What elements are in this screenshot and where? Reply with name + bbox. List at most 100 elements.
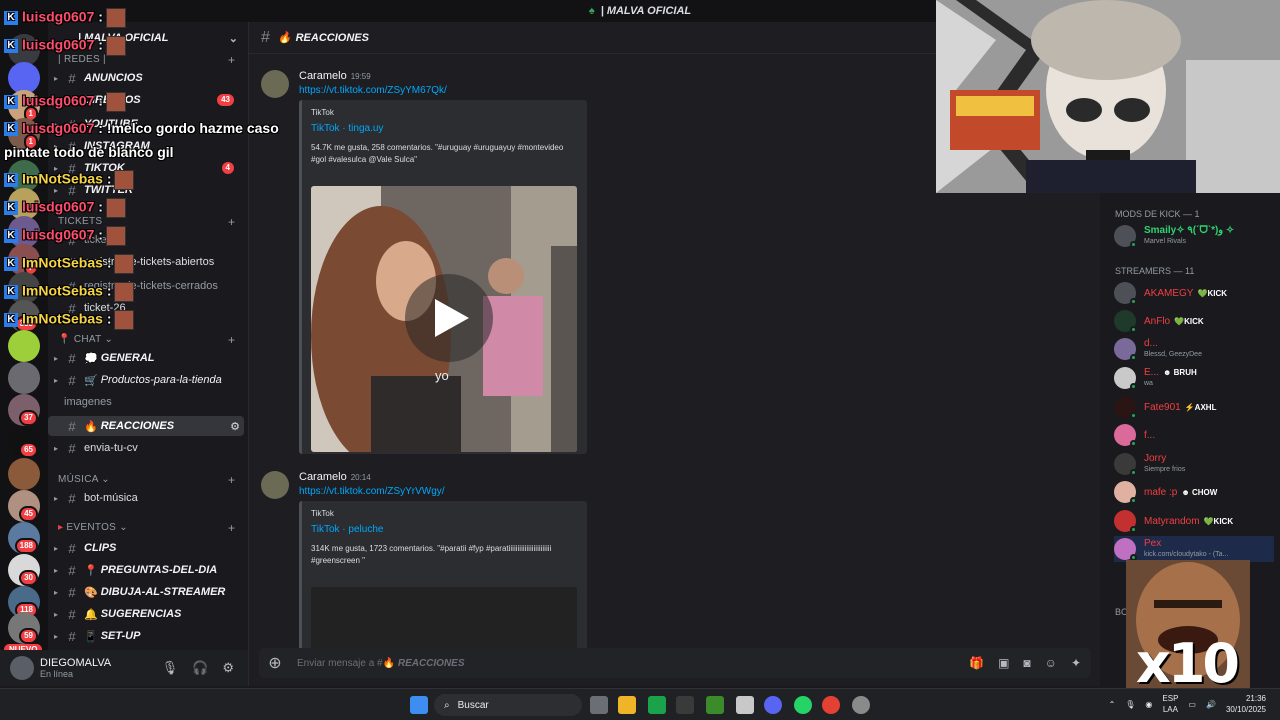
category-eventos[interactable]: ▸ EVENTOS ⌄ +: [58, 521, 235, 535]
settings-gear-icon[interactable]: ⚙: [222, 660, 234, 676]
member-item[interactable]: AKAMEGY 💚KICK: [1114, 280, 1274, 306]
sticker-icon[interactable]: ◙: [1023, 656, 1030, 670]
member-item[interactable]: f...: [1114, 422, 1274, 448]
server-icon[interactable]: 59: [8, 612, 40, 644]
server-icon[interactable]: [8, 362, 40, 394]
channel-reacciones[interactable]: # 🔥 REACCIONES ⚙: [48, 416, 244, 436]
channel-dibuja[interactable]: ▸ # 🎨 DIBUJA-AL-STREAMER: [48, 582, 244, 602]
gift-icon[interactable]: 🎁: [969, 656, 984, 670]
channel-tickets[interactable]: # tickets: [48, 230, 244, 250]
message-link[interactable]: https://vt.tiktok.com/ZSyYrVWgy/: [299, 486, 445, 497]
add-channel-icon[interactable]: +: [228, 521, 235, 535]
server-icon[interactable]: 37: [8, 394, 40, 426]
member-item[interactable]: Matyrandom 💚KICK: [1114, 508, 1274, 534]
channel-tiktok[interactable]: ▸ # TIKTOK 4: [48, 158, 244, 178]
member-name: Fate901: [1144, 401, 1181, 413]
channel-bot-musica[interactable]: ▸ # bot-música: [48, 488, 244, 508]
whatsapp-icon[interactable]: [794, 696, 812, 714]
embed-title[interactable]: TikTok · peluche: [311, 524, 383, 535]
channel-clips[interactable]: ▸ # CLIPS: [48, 538, 244, 558]
member-item[interactable]: d... Blessd, GeezyDee: [1114, 336, 1274, 362]
message-author[interactable]: Caramelo 19:59: [299, 70, 371, 82]
channel-productos[interactable]: ▸ # 🛒 Productos-para-la-tienda: [48, 370, 244, 390]
channel-envia-tu-cv[interactable]: ▸ # envia-tu-cv: [48, 438, 244, 458]
settings-gear-icon[interactable]: ⚙: [230, 420, 240, 433]
member-item[interactable]: Fate901 ⚡AXHL: [1114, 394, 1274, 420]
task-view-icon[interactable]: [590, 696, 608, 714]
xbox-icon[interactable]: [648, 696, 666, 714]
play-button[interactable]: [405, 274, 493, 362]
network-icon[interactable]: ▭: [1188, 700, 1196, 709]
channel-directos[interactable]: ▸ # DIRECTOS 43: [48, 90, 244, 110]
microphone-icon[interactable]: 🎙: [1125, 700, 1135, 709]
member-item[interactable]: AnFlo 💚KICK: [1114, 308, 1274, 334]
language-indicator[interactable]: ESP LAA: [1162, 693, 1178, 715]
server-icon[interactable]: [8, 330, 40, 362]
app-icon[interactable]: [736, 696, 754, 714]
avatar[interactable]: [261, 471, 289, 499]
volume-icon[interactable]: 🔊: [1206, 700, 1216, 709]
add-channel-icon[interactable]: +: [228, 333, 235, 347]
add-channel-icon[interactable]: +: [228, 473, 235, 487]
message-link[interactable]: https://vt.tiktok.com/ZSyYM67Qk/: [299, 85, 447, 96]
channel-tickets-cerrados[interactable]: # registro-de-tickets-cerrados: [48, 276, 244, 296]
server-icon[interactable]: [8, 458, 40, 490]
minecraft-icon[interactable]: [706, 696, 724, 714]
avatar[interactable]: [10, 656, 34, 680]
channel-instagram[interactable]: ▸ # INSTAGRAM: [48, 136, 244, 156]
channel-preguntas[interactable]: ▸ # 📍 PREGUNTAS-DEL-DIA: [48, 560, 244, 580]
file-explorer-icon[interactable]: [618, 696, 636, 714]
chevron-up-icon[interactable]: ⌃: [1109, 700, 1116, 709]
store-icon[interactable]: [676, 696, 694, 714]
category-chat[interactable]: 📍 CHAT ⌄ +: [58, 333, 235, 347]
category-tickets[interactable]: TICKETS +: [58, 215, 235, 229]
channel-imagenes[interactable]: imagenes: [48, 392, 244, 412]
member-item[interactable]: E... ☻ BRUH wa: [1114, 365, 1274, 391]
emoji-icon[interactable]: ☺: [1045, 656, 1057, 670]
member-item[interactable]: Smaily✧ ٩(ˊᗜˋ*)و ✧ Marvel Rivals: [1114, 223, 1274, 249]
unread-badge: 37: [19, 410, 38, 426]
message-composer[interactable]: ⊕ Enviar mensaje a #🔥 REACCIONES 🎁 ▣ ◙ ☺…: [259, 648, 1091, 678]
server-icon[interactable]: 30: [8, 554, 40, 586]
avatar: [1114, 538, 1137, 561]
apps-icon[interactable]: ✦: [1071, 656, 1081, 670]
server-icon[interactable]: 188: [8, 522, 40, 554]
server-icon[interactable]: 65: [8, 426, 40, 458]
clock[interactable]: 21:36 30/10/2025: [1226, 693, 1266, 715]
app-icon[interactable]: [852, 696, 870, 714]
channel-youtube[interactable]: ▸ # YOUTUBE: [48, 114, 244, 134]
member-item[interactable]: mafe :p ☻ CHOW: [1114, 479, 1274, 505]
server-icon[interactable]: 45: [8, 490, 40, 522]
member-item[interactable]: Pex kick.com/cloudytako - (Ta...: [1114, 536, 1274, 562]
gif-icon[interactable]: ▣: [998, 656, 1009, 670]
channel-anuncios[interactable]: ▸ # ANUNCIOS: [48, 68, 244, 88]
embed-video[interactable]: [311, 587, 577, 651]
avatar: [1114, 396, 1137, 419]
embed-title[interactable]: TikTok · tinga.uy: [311, 123, 383, 134]
embed-video[interactable]: yo: [311, 186, 577, 452]
chrome-icon[interactable]: [822, 696, 840, 714]
category-musica[interactable]: MÚSICA ⌄ +: [58, 473, 235, 487]
channel-general[interactable]: ▸ # 💭 GENERAL: [48, 348, 244, 368]
windows-start-icon[interactable]: [410, 696, 428, 714]
server-name-header[interactable]: | MALVA OFICIAL ⌄: [48, 28, 248, 48]
app-icon[interactable]: ◉: [1145, 700, 1152, 709]
channel-set-up[interactable]: ▸ # 📱 SET-UP: [48, 626, 244, 646]
discord-icon[interactable]: [764, 696, 782, 714]
channel-sugerencias[interactable]: ▸ # 🔔 SUGERENCIAS: [48, 604, 244, 624]
channel-ticket-26[interactable]: # ticket-26: [48, 298, 244, 318]
avatar[interactable]: [261, 70, 289, 98]
category-redes[interactable]: | REDES | +: [58, 53, 235, 67]
message-author[interactable]: Caramelo 20:14: [299, 471, 371, 483]
microphone-icon[interactable]: 🎙: [162, 660, 179, 676]
add-attachment-icon[interactable]: ⊕: [259, 653, 291, 673]
channel-twitter[interactable]: ▸ # TWITTER: [48, 180, 244, 200]
add-channel-icon[interactable]: +: [228, 215, 235, 229]
add-channel-icon[interactable]: +: [228, 53, 235, 67]
server-icon[interactable]: 383: [8, 300, 40, 332]
headphones-icon[interactable]: 🎧: [192, 660, 208, 676]
member-item[interactable]: Jorry Siempre frios: [1114, 451, 1274, 477]
channel-tickets-abiertos[interactable]: # registro-de-tickets-abiertos: [48, 252, 244, 272]
taskbar-search[interactable]: ⌕ Buscar: [434, 694, 582, 716]
server-icon[interactable]: 1: [8, 118, 40, 150]
